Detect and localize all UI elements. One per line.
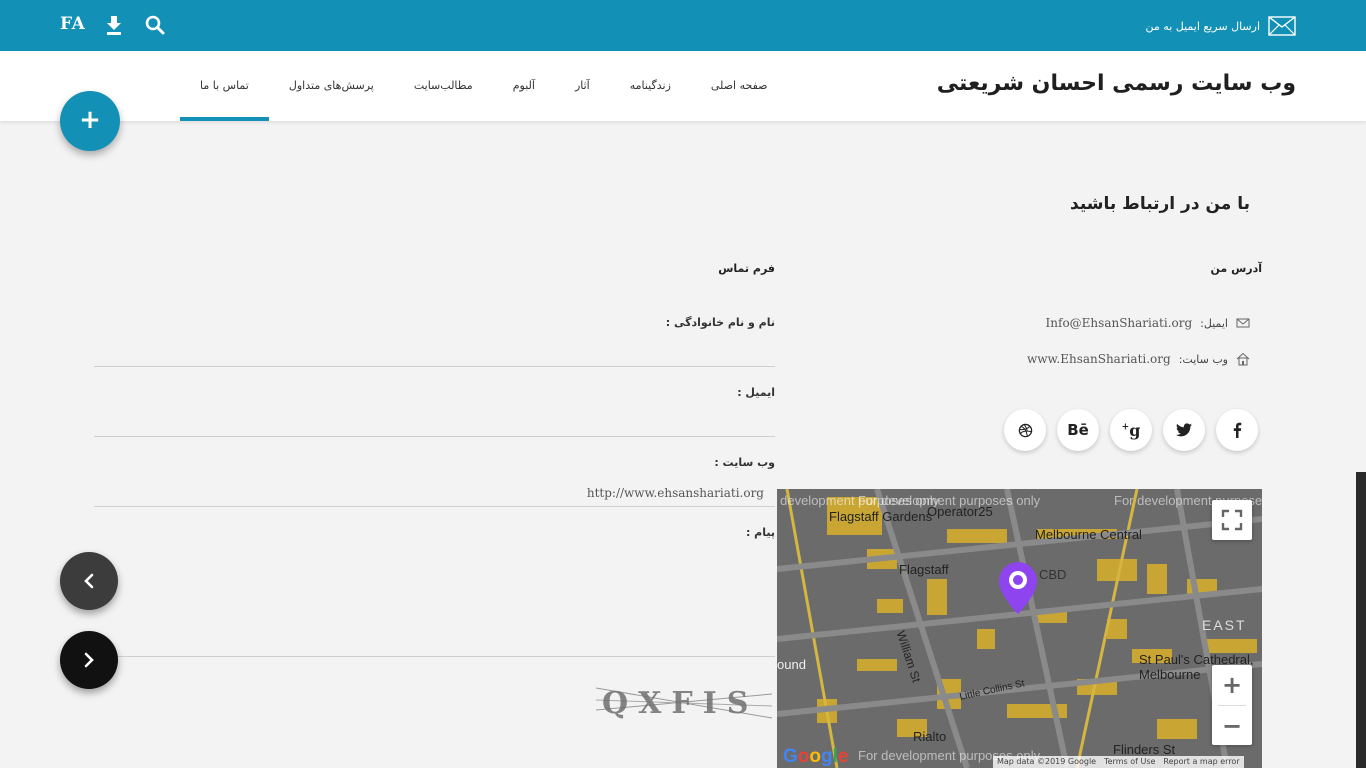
google-logo: Google [783, 746, 849, 767]
main-nav: صفحه اصلی زندگینامه آثار آلبوم مطالب‌سای… [180, 51, 788, 121]
quick-mail-text: ارسال سریع ایمیل به من [1145, 19, 1260, 33]
home-icon [1236, 352, 1250, 366]
dribbble-icon [1018, 423, 1032, 437]
map-label: CBD [1039, 567, 1067, 582]
address-title: آدرس من [1210, 262, 1262, 275]
quick-mail-link[interactable]: ارسال سریع ایمیل به من [1146, 15, 1296, 37]
nav-faq[interactable]: پرسش‌های متداول [269, 51, 394, 121]
fullscreen-icon [1221, 509, 1243, 531]
message-field[interactable] [94, 656, 775, 657]
nav-biography[interactable]: زندگینامه [610, 51, 691, 121]
chevron-left-icon [84, 573, 94, 589]
map-tiles [777, 489, 1262, 768]
email-field-label: ایمیل : [737, 386, 775, 399]
map-footer: Map data ©2019 Google Terms of Use Repor… [993, 756, 1244, 768]
terms-link[interactable]: Terms of Use [1104, 756, 1155, 768]
map-label: Melbourne [1139, 667, 1201, 682]
website-value[interactable]: www.EhsanShariati.org [1027, 352, 1171, 366]
behance-icon: Bē [1067, 421, 1089, 439]
zoom-out-button[interactable]: − [1212, 706, 1252, 746]
facebook-button[interactable] [1216, 409, 1258, 451]
envelope-icon [1268, 16, 1296, 36]
nav-album[interactable]: آلبوم [493, 51, 555, 121]
form-title: فرم تماس [718, 262, 775, 275]
next-button[interactable] [60, 631, 118, 689]
search-icon[interactable] [144, 14, 166, 36]
website-label: وب سایت: [1178, 352, 1228, 366]
name-field[interactable] [94, 366, 775, 367]
map-label: Flagstaff Gardens [829, 509, 933, 524]
map-label: Rialto [913, 729, 947, 744]
envelope-icon [1236, 318, 1250, 328]
map-label: Flinders St [1113, 742, 1176, 757]
website-field-value[interactable]: http://www.ehsanshariati.org [560, 486, 764, 500]
map-label: Operator25 [927, 504, 993, 519]
map-label: Melbourne Central [1035, 527, 1142, 542]
nav-works[interactable]: آثار [555, 51, 610, 121]
map-label: Flagstaff [899, 562, 949, 577]
twitter-icon [1176, 423, 1192, 437]
prev-button[interactable] [60, 552, 118, 610]
social-links: g+ Bē [1004, 409, 1258, 451]
website-field[interactable] [94, 506, 775, 507]
nav-home[interactable]: صفحه اصلی [691, 51, 788, 121]
google-plus-button[interactable]: g+ [1110, 409, 1152, 451]
report-error-link[interactable]: Report a map error [1163, 756, 1239, 768]
zoom-in-button[interactable]: + [1212, 665, 1252, 705]
email-info: ایمیل: Info@EhsanShariati.org [1046, 314, 1250, 332]
email-field[interactable] [94, 436, 775, 437]
facebook-icon [1233, 422, 1242, 438]
google-map[interactable]: For development purposes only For develo… [777, 489, 1262, 768]
email-value[interactable]: Info@EhsanShariati.org [1046, 316, 1193, 330]
behance-button[interactable]: Bē [1057, 409, 1099, 451]
top-bar: FA ارسال سریع ایمیل به من [0, 0, 1366, 51]
nav-contact[interactable]: تماس با ما [180, 51, 269, 121]
add-fab-button[interactable]: + [60, 91, 120, 151]
map-label: ound [777, 657, 806, 672]
name-label: نام و نام خانوادگی : [665, 316, 775, 329]
language-switch[interactable]: FA [60, 14, 85, 34]
nav-articles[interactable]: مطالب‌سایت [394, 51, 493, 121]
plus-icon: + [79, 105, 101, 135]
message-label: پیام : [745, 526, 775, 539]
google-plus-icon: g+ [1121, 420, 1141, 440]
email-label: ایمیل: [1200, 316, 1228, 330]
scrollbar[interactable] [1356, 472, 1366, 768]
website-info: وب سایت: www.EhsanShariati.org [1027, 350, 1250, 368]
website-field-label: وب سایت : [714, 456, 775, 469]
chevron-right-icon [84, 652, 94, 668]
dribbble-button[interactable] [1004, 409, 1046, 451]
section-title: با من در ارتباط باشید [1070, 194, 1250, 214]
fullscreen-button[interactable] [1212, 500, 1252, 540]
map-label: EAST [1202, 617, 1247, 633]
captcha-image: QXFIS [595, 680, 773, 728]
site-header: وب سایت رسمی احسان شریعتی صفحه اصلی زندگ… [0, 51, 1366, 121]
twitter-button[interactable] [1163, 409, 1205, 451]
download-icon[interactable] [104, 14, 124, 36]
zoom-control: + − [1212, 665, 1252, 745]
map-data-text: Map data ©2019 Google [997, 757, 1097, 766]
site-title[interactable]: وب سایت رسمی احسان شریعتی [937, 71, 1296, 96]
captcha-text: QXFIS [602, 686, 759, 721]
